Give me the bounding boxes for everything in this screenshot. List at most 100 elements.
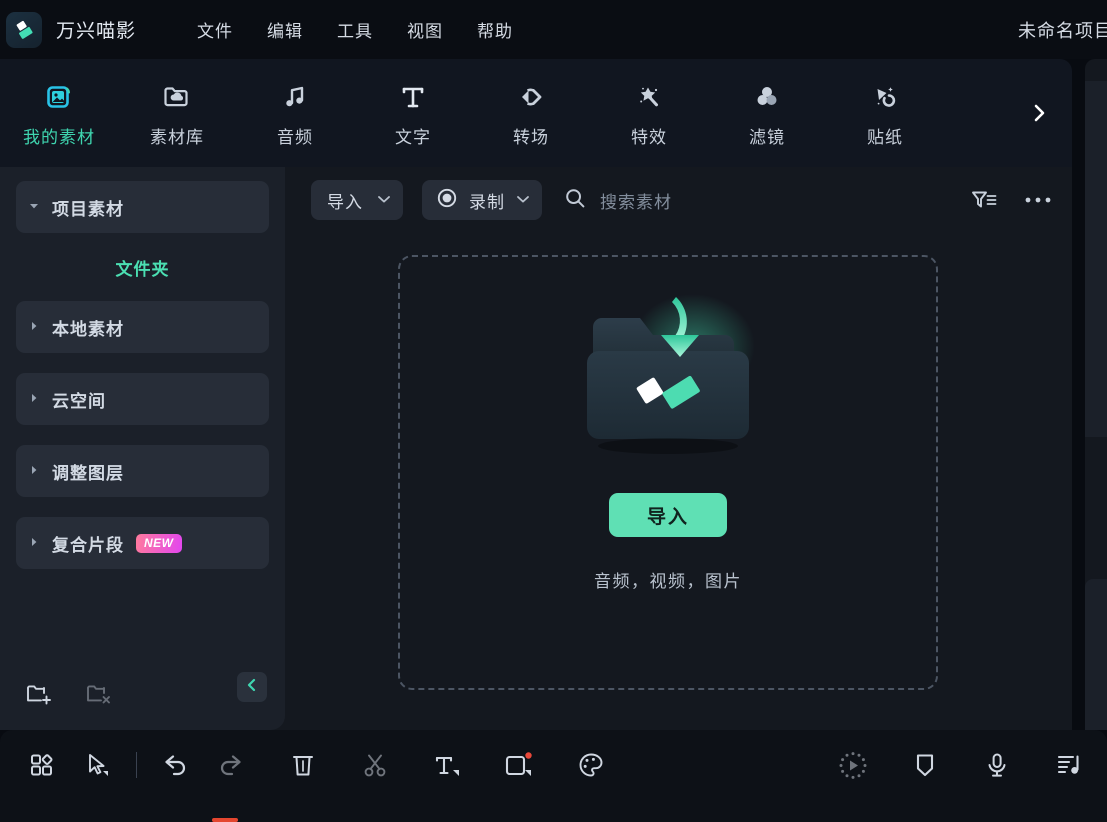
sidebar-item-local-media[interactable]: 本地素材 xyxy=(16,301,269,353)
filmora-logo-icon[interactable] xyxy=(6,11,42,48)
delete-trash-icon[interactable] xyxy=(275,730,331,800)
tab-label: 特效 xyxy=(631,128,667,147)
tab-effects[interactable]: 特效 xyxy=(590,59,708,167)
search-input[interactable]: 搜索素材 xyxy=(564,187,672,214)
layout-grid-icon[interactable] xyxy=(14,730,70,800)
sidebar-item-label: 云空间 xyxy=(52,391,106,411)
sidebar-item-folder[interactable]: 文件夹 xyxy=(16,241,269,293)
timeline-toolbar xyxy=(0,730,1107,822)
tab-label: 文字 xyxy=(395,128,431,147)
tab-label: 滤镜 xyxy=(749,128,785,147)
sidebar-item-label: 复合片段 xyxy=(52,535,124,555)
chevron-left-icon xyxy=(244,677,260,698)
transition-arrows-icon xyxy=(515,78,547,116)
caret-right-icon xyxy=(16,537,52,549)
marker-icon[interactable] xyxy=(897,730,953,800)
color-palette-icon[interactable] xyxy=(563,730,619,800)
sidebar-item-label: 文件夹 xyxy=(115,259,170,279)
project-title[interactable]: 未命名项目 xyxy=(1018,17,1107,43)
tab-audio[interactable]: 音频 xyxy=(236,59,354,167)
search-icon xyxy=(564,187,586,214)
more-dots-icon[interactable] xyxy=(1024,195,1052,205)
timeline-playhead[interactable] xyxy=(212,818,238,822)
audio-mixer-icon[interactable] xyxy=(1041,730,1097,800)
media-content-area: 导入 录制 搜索素材 导入 音频，视频，图片 xyxy=(285,167,1072,730)
filmora-window: 万兴喵影 文件 编辑 工具 视图 帮助 未命名项目 我的素材 素材库 音频 文字… xyxy=(0,0,1107,822)
redo-icon[interactable] xyxy=(203,730,259,800)
record-circle-icon xyxy=(436,187,458,214)
text-t-icon xyxy=(397,78,429,116)
caret-right-icon xyxy=(16,465,52,477)
media-dropzone[interactable]: 导入 音频，视频，图片 xyxy=(398,255,938,690)
timeline-toolbar-right xyxy=(825,730,1097,800)
sticker-shapes-icon xyxy=(869,78,901,116)
chevron-down-icon xyxy=(377,191,391,209)
menu-bar: 文件 编辑 工具 视图 帮助 xyxy=(180,11,530,48)
timeline-toolbar-left xyxy=(0,730,619,800)
sidebar-item-compound-clip[interactable]: 复合片段 NEW xyxy=(16,517,269,569)
media-sidebar: 项目素材 文件夹 本地素材 云空间 调整图层 复合片段 NEW xyxy=(0,167,285,730)
tab-transitions[interactable]: 转场 xyxy=(472,59,590,167)
tab-label: 贴纸 xyxy=(867,128,903,147)
sidebar-item-project-media[interactable]: 项目素材 xyxy=(16,181,269,233)
voiceover-mic-icon[interactable] xyxy=(969,730,1025,800)
caret-right-icon xyxy=(16,321,52,333)
menu-item-help[interactable]: 帮助 xyxy=(460,11,530,48)
main-panel: 项目素材 文件夹 本地素材 云空间 调整图层 复合片段 NEW 导入 录制 搜索… xyxy=(0,167,1072,730)
right-panel-sliver xyxy=(1085,59,1107,730)
filter-circles-icon xyxy=(751,78,783,116)
sidebar-item-label: 本地素材 xyxy=(52,319,124,339)
split-scissors-icon[interactable] xyxy=(347,730,403,800)
search-placeholder: 搜索素材 xyxy=(600,192,672,212)
folder-import-arrow-icon xyxy=(563,291,773,481)
sidebar-footer xyxy=(0,658,285,730)
sidebar-item-cloud-space[interactable]: 云空间 xyxy=(16,373,269,425)
render-preview-icon[interactable] xyxy=(825,730,881,800)
tab-my-media[interactable]: 我的素材 xyxy=(0,59,118,167)
crop-shape-icon[interactable] xyxy=(491,730,547,800)
tab-stickers[interactable]: 贴纸 xyxy=(826,59,944,167)
text-tool-icon[interactable] xyxy=(419,730,475,800)
record-dropdown-button[interactable]: 录制 xyxy=(422,180,542,220)
music-note-icon xyxy=(279,78,311,116)
sidebar-collapse-button[interactable] xyxy=(237,672,267,702)
tab-label: 素材库 xyxy=(150,128,204,147)
tab-label: 转场 xyxy=(513,128,549,147)
sidebar-item-label: 调整图层 xyxy=(52,463,124,483)
tab-label: 音频 xyxy=(277,128,313,147)
tab-strip: 我的素材 素材库 音频 文字 转场 特效 滤镜 贴纸 xyxy=(0,59,1072,167)
chevron-down-icon xyxy=(516,191,530,209)
media-image-icon xyxy=(43,78,75,116)
chevron-right-icon[interactable] xyxy=(1024,98,1054,128)
menu-item-edit[interactable]: 编辑 xyxy=(250,11,320,48)
tab-stock-library[interactable]: 素材库 xyxy=(118,59,236,167)
tab-filters[interactable]: 滤镜 xyxy=(708,59,826,167)
folder-delete-icon[interactable] xyxy=(78,673,120,715)
menu-item-view[interactable]: 视图 xyxy=(390,11,460,48)
sidebar-item-adjustment-layer[interactable]: 调整图层 xyxy=(16,445,269,497)
folder-add-icon[interactable] xyxy=(18,673,60,715)
record-button-label: 录制 xyxy=(469,192,505,212)
dropzone-caption: 音频，视频，图片 xyxy=(594,572,742,591)
status-badge-new: NEW xyxy=(136,533,182,553)
app-name: 万兴喵影 xyxy=(56,21,137,42)
notification-dot xyxy=(525,752,532,759)
caret-right-icon xyxy=(16,393,52,405)
folder-cloud-icon xyxy=(161,78,193,116)
menu-item-tools[interactable]: 工具 xyxy=(320,11,390,48)
tab-label: 我的素材 xyxy=(23,128,95,147)
select-cursor-icon[interactable] xyxy=(70,730,126,800)
sidebar-item-label: 项目素材 xyxy=(52,199,124,219)
import-button[interactable]: 导入 xyxy=(609,493,727,537)
title-bar: 万兴喵影 文件 编辑 工具 视图 帮助 未命名项目 xyxy=(0,0,1107,59)
toolbar-divider xyxy=(136,752,137,778)
filter-sort-icon[interactable] xyxy=(970,187,998,213)
menu-item-file[interactable]: 文件 xyxy=(180,11,250,48)
magic-star-icon xyxy=(633,78,665,116)
tab-text[interactable]: 文字 xyxy=(354,59,472,167)
content-toolbar: 导入 录制 搜索素材 xyxy=(285,167,1072,233)
caret-down-icon xyxy=(16,202,52,212)
undo-icon[interactable] xyxy=(147,730,203,800)
import-dropdown-button[interactable]: 导入 xyxy=(311,180,403,220)
import-button-label: 导入 xyxy=(327,192,363,212)
